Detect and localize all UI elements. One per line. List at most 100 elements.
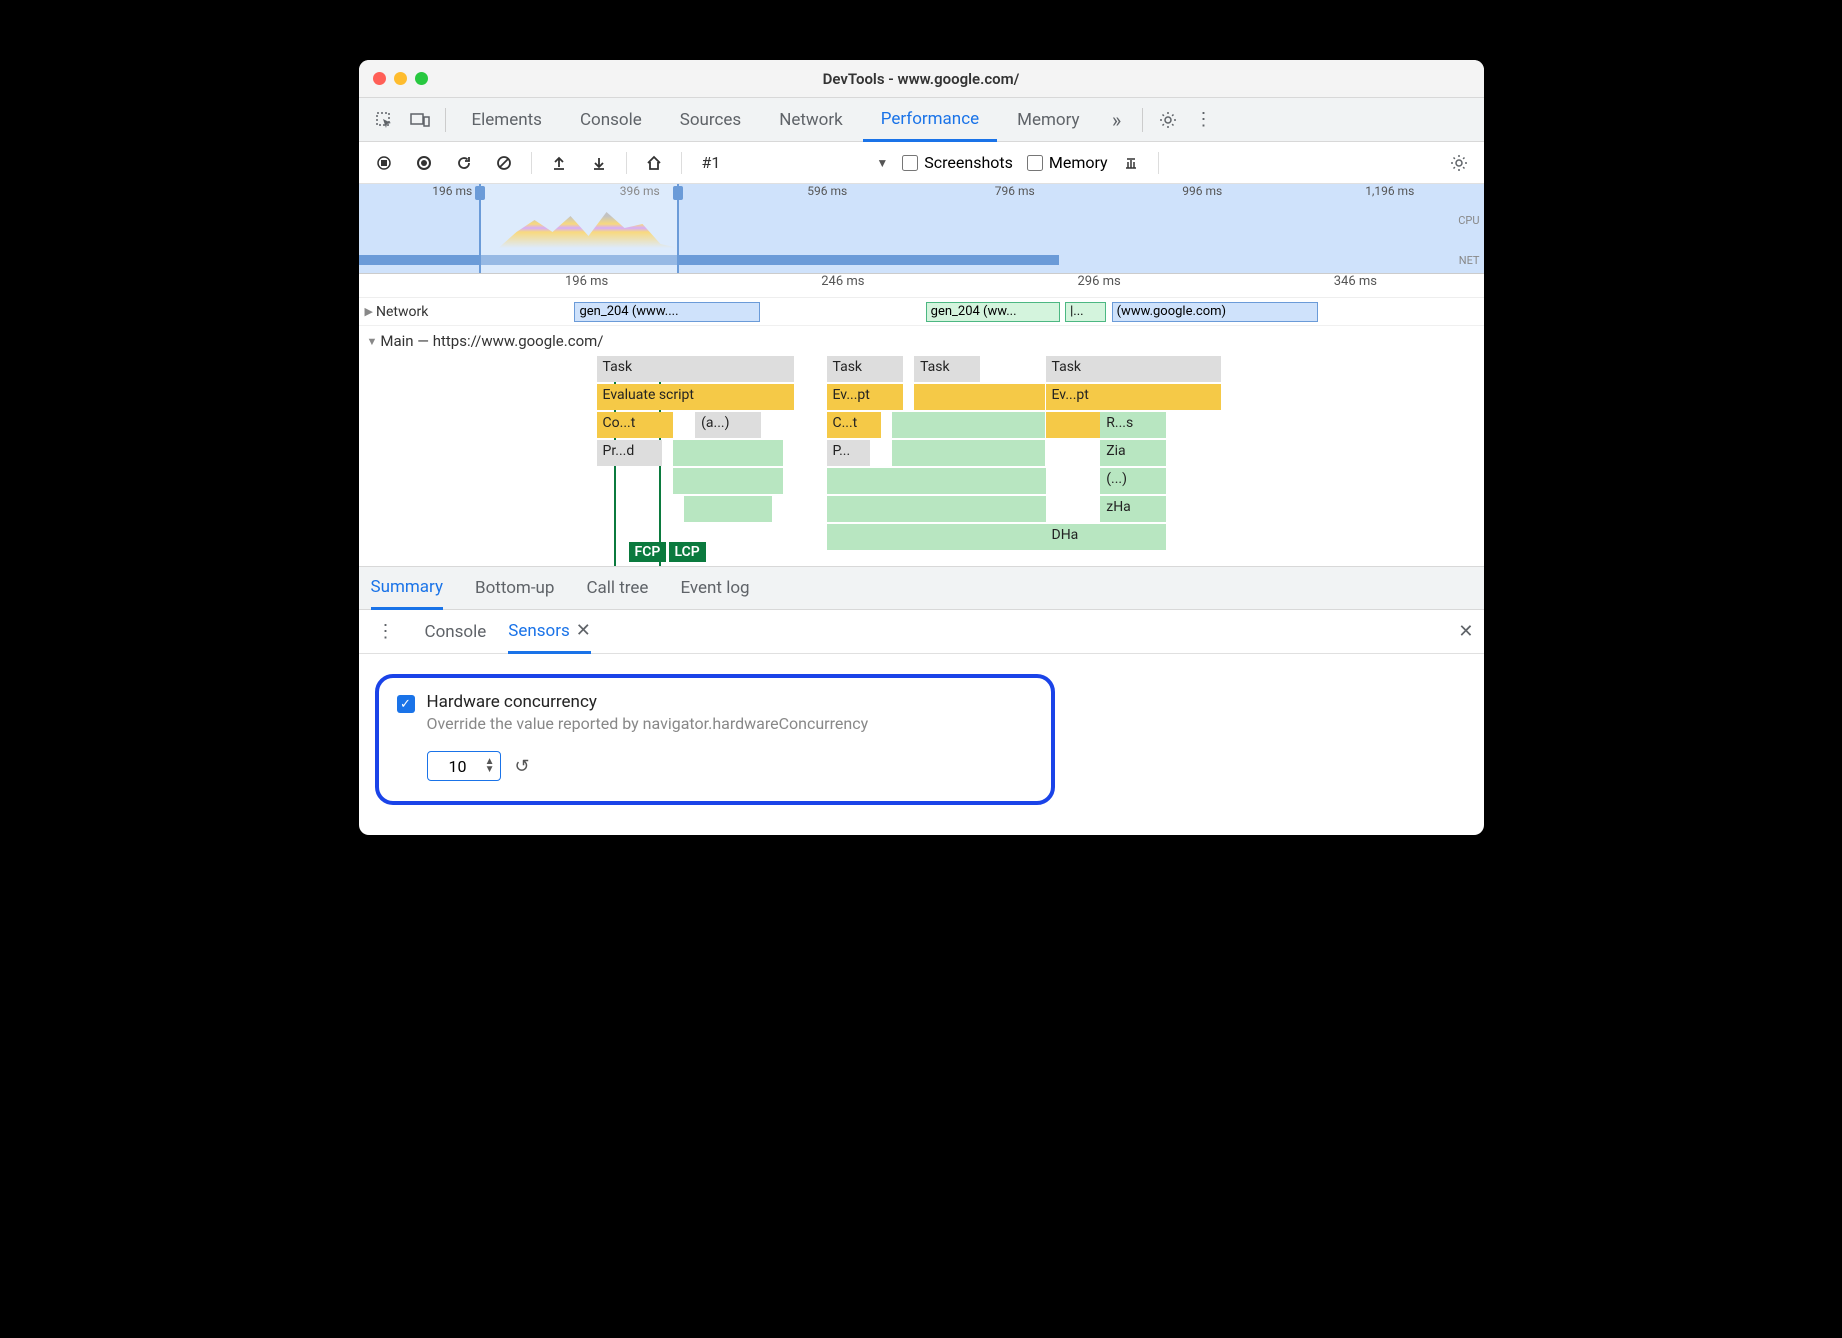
time-ruler: 196 ms 246 ms 296 ms 346 ms — [359, 274, 1484, 298]
record-circle-icon[interactable] — [407, 146, 441, 180]
close-window-button[interactable] — [373, 72, 386, 85]
tab-console[interactable]: Console — [562, 98, 660, 141]
flame-block[interactable] — [914, 384, 1045, 410]
reset-icon[interactable]: ↺ — [515, 756, 530, 777]
track-area: 196 ms 246 ms 296 ms 346 ms ▶Network gen… — [359, 274, 1484, 566]
flame-block[interactable] — [827, 496, 1046, 522]
kebab-menu-icon[interactable]: ⋮ — [1187, 103, 1221, 137]
flame-block[interactable]: Ev...pt — [827, 384, 904, 410]
close-sensors-tab-icon[interactable]: ✕ — [576, 620, 591, 641]
flame-block[interactable] — [684, 496, 772, 522]
tab-elements[interactable]: Elements — [454, 98, 560, 141]
network-track-label[interactable]: ▶Network — [359, 298, 451, 325]
settings-icon[interactable] — [1151, 103, 1185, 137]
overview-cpu-label: CPU — [1458, 214, 1479, 227]
sensors-panel: ✓ Hardware concurrency Override the valu… — [359, 654, 1484, 835]
garbage-collect-icon[interactable] — [1114, 146, 1148, 180]
overview-net-bar — [359, 255, 1059, 265]
overview-selection[interactable] — [479, 184, 679, 273]
selection-handle-right[interactable] — [673, 186, 683, 200]
maximize-window-button[interactable] — [415, 72, 428, 85]
hardware-concurrency-title: Hardware concurrency — [427, 692, 869, 712]
flame-block[interactable] — [827, 524, 1046, 550]
flame-chart[interactable]: FCP LCP TaskTaskTaskTaskEvaluate scriptE… — [359, 356, 1484, 566]
recording-selector-label: #1 — [692, 153, 731, 172]
flame-block[interactable]: Evaluate script — [597, 384, 794, 410]
overview-net-label: NET — [1459, 254, 1480, 267]
main-track-label[interactable]: ▼Main — https://www.google.com/ — [359, 326, 1484, 356]
flame-block[interactable]: Task — [1046, 356, 1221, 382]
tab-summary[interactable]: Summary — [371, 568, 443, 610]
flame-block[interactable] — [892, 412, 1045, 438]
devtools-window: DevTools - www.google.com/ Elements Cons… — [359, 60, 1484, 835]
hardware-concurrency-subtitle: Override the value reported by navigator… — [427, 714, 869, 733]
main-tabs: Elements Console Sources Network Perform… — [359, 98, 1484, 142]
flame-block[interactable]: R...s — [1100, 412, 1166, 438]
flame-block[interactable]: C...t — [827, 412, 882, 438]
drawer-tab-console[interactable]: Console — [425, 610, 487, 653]
memory-checkbox[interactable] — [1027, 155, 1043, 171]
drawer-tab-sensors[interactable]: Sensors✕ — [508, 611, 591, 654]
flame-block[interactable] — [827, 468, 1046, 494]
drawer-tabs: ⋮ Console Sensors✕ ✕ — [359, 610, 1484, 654]
tab-memory[interactable]: Memory — [999, 98, 1097, 141]
recording-selector-dropdown[interactable]: ▼ — [876, 156, 888, 170]
flame-block[interactable] — [673, 468, 783, 494]
timeline-overview[interactable]: 196 ms 396 ms 596 ms 796 ms 996 ms 1,196… — [359, 184, 1484, 274]
clear-icon[interactable] — [487, 146, 521, 180]
flame-block[interactable]: (a...) — [695, 412, 761, 438]
flame-block[interactable]: Zia — [1100, 440, 1166, 466]
flame-block[interactable]: zHa — [1100, 496, 1166, 522]
flame-block[interactable]: Task — [914, 356, 980, 382]
memory-label: Memory — [1049, 153, 1108, 172]
screenshots-label: Screenshots — [924, 153, 1013, 172]
tab-call-tree[interactable]: Call tree — [586, 567, 648, 609]
selection-handle-left[interactable] — [475, 186, 485, 200]
flame-block[interactable]: Task — [827, 356, 904, 382]
minimize-window-button[interactable] — [394, 72, 407, 85]
capture-settings-icon[interactable] — [1442, 146, 1476, 180]
more-tabs-icon[interactable]: » — [1100, 103, 1134, 137]
flame-block[interactable]: Pr...d — [597, 440, 663, 466]
performance-lower-tabs: Summary Bottom-up Call tree Event log — [359, 566, 1484, 610]
inspect-icon[interactable] — [367, 103, 401, 137]
tab-event-log[interactable]: Event log — [680, 567, 749, 609]
upload-icon[interactable] — [542, 146, 576, 180]
tab-performance[interactable]: Performance — [863, 99, 997, 142]
performance-toolbar: #1 ▼ Screenshots Memory — [359, 142, 1484, 184]
record-icon[interactable] — [367, 146, 401, 180]
flame-block[interactable]: (...) — [1100, 468, 1166, 494]
screenshots-checkbox[interactable] — [902, 155, 918, 171]
download-icon[interactable] — [582, 146, 616, 180]
tab-bottom-up[interactable]: Bottom-up — [475, 567, 554, 609]
flame-block[interactable] — [1046, 412, 1101, 438]
network-track: ▶Network gen_204 (www.... gen_204 (ww...|… — [359, 298, 1484, 326]
window-title: DevTools - www.google.com/ — [823, 70, 1020, 88]
expand-icon[interactable]: ▶ — [365, 305, 373, 318]
flame-block[interactable] — [1133, 384, 1221, 410]
flame-block[interactable]: Ev...pt — [1046, 384, 1134, 410]
flame-block[interactable]: Co...t — [597, 412, 674, 438]
titlebar: DevTools - www.google.com/ — [359, 60, 1484, 98]
network-request[interactable]: gen_204 (www.... — [574, 302, 760, 322]
collapse-icon[interactable]: ▼ — [367, 335, 378, 348]
traffic-lights — [373, 72, 428, 85]
flame-block[interactable]: Task — [597, 356, 794, 382]
tab-sources[interactable]: Sources — [662, 98, 759, 141]
close-drawer-icon[interactable]: ✕ — [1458, 621, 1473, 642]
network-request[interactable]: gen_204 (ww... — [926, 302, 1060, 322]
reload-icon[interactable] — [447, 146, 481, 180]
flame-block[interactable] — [673, 440, 783, 466]
network-request[interactable]: |... — [1065, 302, 1106, 322]
home-icon[interactable] — [637, 146, 671, 180]
hardware-concurrency-input[interactable] — [427, 751, 501, 781]
flame-block[interactable]: P... — [827, 440, 871, 466]
device-toggle-icon[interactable] — [403, 103, 437, 137]
hardware-concurrency-highlight: ✓ Hardware concurrency Override the valu… — [375, 674, 1055, 805]
flame-block[interactable]: DHa — [1046, 524, 1166, 550]
drawer-kebab-icon[interactable]: ⋮ — [369, 615, 403, 649]
flame-block[interactable] — [892, 440, 1045, 466]
tab-network[interactable]: Network — [761, 98, 861, 141]
hardware-concurrency-checkbox[interactable]: ✓ — [397, 695, 415, 713]
network-request[interactable]: (www.google.com) — [1112, 302, 1319, 322]
